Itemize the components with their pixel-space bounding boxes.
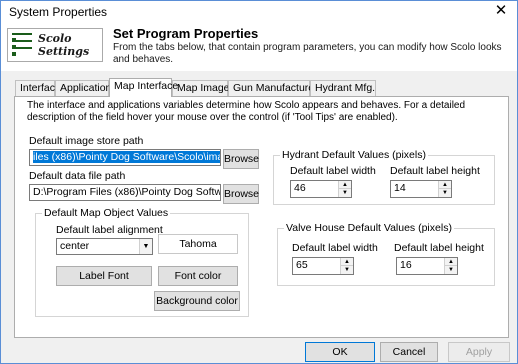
header-banner: Scolo Settings Set Program Properties Fr… [1, 23, 517, 71]
tab-interface[interactable]: Interface [15, 80, 61, 96]
image-path-field[interactable]: iles (x86)\Pointy Dog Software\Scolo\ima… [29, 149, 221, 166]
alignment-label: Default label alignment [56, 224, 163, 236]
browse-data-path-button[interactable]: Browse [223, 184, 259, 204]
panel-intro: The interface and applications variables… [27, 100, 466, 123]
alignment-value: center [60, 240, 90, 252]
alignment-select[interactable]: center ▼ [56, 238, 153, 255]
valve-width-value: 65 [296, 259, 308, 271]
tab-map-interface[interactable]: Map Interface [109, 78, 178, 97]
font-color-button[interactable]: Font color [158, 266, 238, 286]
spin-down-icon[interactable]: ▼ [341, 266, 353, 274]
spin-up-icon[interactable]: ▲ [341, 258, 353, 266]
page-description: From the tabs below, that contain progra… [113, 42, 502, 65]
background-color-button[interactable]: Background color [154, 291, 240, 311]
valve-house-group-title: Valve House Default Values (pixels) [284, 222, 454, 234]
system-properties-window: System Properties ✕ Scolo Settings Set P… [0, 0, 518, 364]
browse-image-path-button[interactable]: Browse [223, 149, 259, 169]
hydrant-width-stepper[interactable]: 46 ▲ ▼ [290, 180, 352, 198]
map-object-group: Default Map Object Values Default label … [35, 207, 249, 317]
logo-text: Scolo Settings [38, 32, 90, 58]
scolo-settings-logo: Scolo Settings [7, 28, 103, 62]
hydrant-group-title: Hydrant Default Values (pixels) [280, 149, 428, 161]
ok-button[interactable]: OK [305, 342, 375, 362]
valve-height-value: 16 [400, 259, 412, 271]
tab-gun-manufacturers[interactable]: Gun Manufacturers [228, 80, 323, 96]
window-title: System Properties [9, 5, 108, 19]
page-title: Set Program Properties [113, 26, 259, 41]
data-path-field[interactable]: D:\Program Files (x86)\Pointy Dog Softwa… [29, 184, 221, 201]
checklist-icon [12, 33, 32, 57]
tab-application[interactable]: Application [55, 80, 111, 96]
valve-width-label: Default label width [292, 242, 378, 254]
title-bar: System Properties ✕ [1, 1, 517, 23]
chevron-down-icon: ▼ [139, 239, 152, 254]
data-path-label: Default data file path [29, 170, 126, 182]
hydrant-width-value: 46 [294, 182, 306, 194]
hydrant-height-label: Default label height [390, 165, 480, 177]
valve-width-stepper[interactable]: 65 ▲ ▼ [292, 257, 354, 275]
spin-down-icon[interactable]: ▼ [439, 189, 451, 197]
hydrant-height-value: 14 [394, 182, 406, 194]
spin-down-icon[interactable]: ▼ [339, 189, 351, 197]
valve-height-label: Default label height [394, 242, 484, 254]
hydrant-height-stepper[interactable]: 14 ▲ ▼ [390, 180, 452, 198]
valve-house-group: Valve House Default Values (pixels) Defa… [277, 222, 495, 286]
font-preview: Tahoma [158, 234, 238, 254]
valve-height-stepper[interactable]: 16 ▲ ▼ [396, 257, 458, 275]
spin-up-icon[interactable]: ▲ [445, 258, 457, 266]
hydrant-width-label: Default label width [290, 165, 376, 177]
label-font-button[interactable]: Label Font [56, 266, 152, 286]
close-icon[interactable]: ✕ [491, 2, 511, 20]
spin-up-icon[interactable]: ▲ [339, 181, 351, 189]
hydrant-group: Hydrant Default Values (pixels) Default … [273, 149, 495, 205]
map-object-group-title: Default Map Object Values [42, 207, 171, 219]
apply-button[interactable]: Apply [448, 342, 510, 362]
tab-hydrant-mfg[interactable]: Hydrant Mfg. [310, 80, 376, 96]
image-path-label: Default image store path [29, 135, 144, 147]
spin-down-icon[interactable]: ▼ [445, 266, 457, 274]
cancel-button[interactable]: Cancel [380, 342, 438, 362]
map-interface-panel: The interface and applications variables… [14, 96, 509, 338]
tab-map-images[interactable]: Map Images [172, 80, 235, 96]
spin-up-icon[interactable]: ▲ [439, 181, 451, 189]
